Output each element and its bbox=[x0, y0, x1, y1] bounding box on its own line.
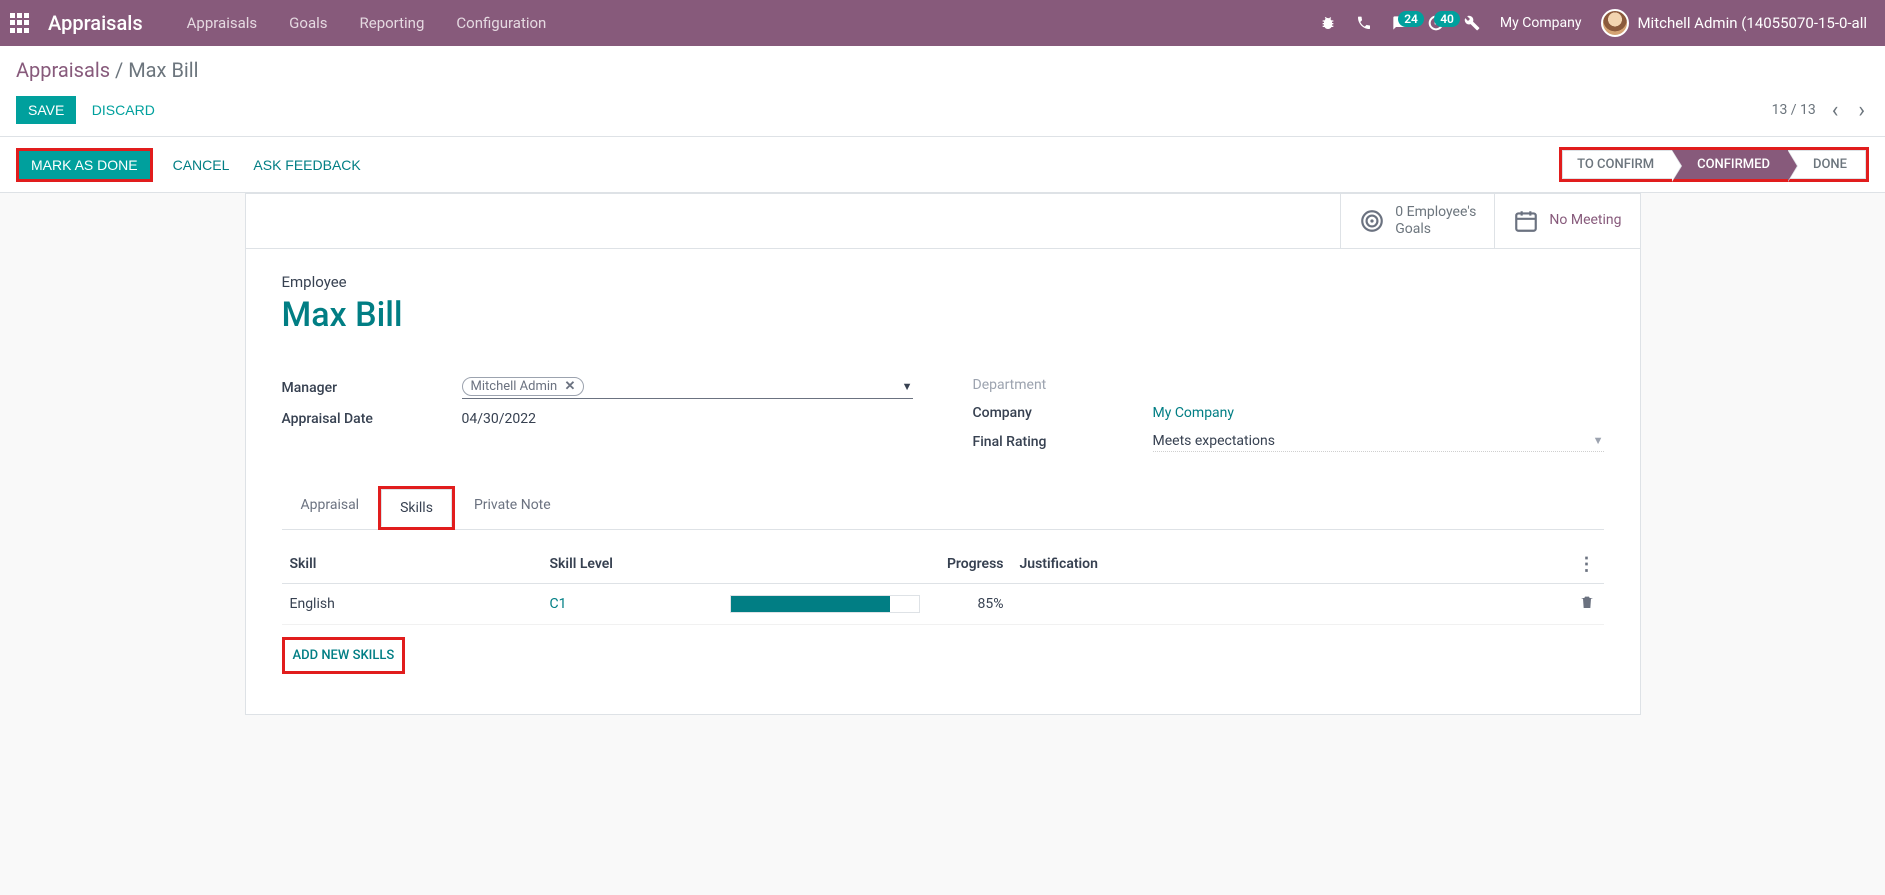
ask-feedback-button[interactable]: Ask Feedback bbox=[249, 151, 364, 179]
app-brand[interactable]: Appraisals bbox=[48, 11, 143, 35]
stat-goals-button[interactable]: 0 Employee's Goals bbox=[1340, 194, 1494, 248]
appraisal-date-field[interactable]: 04/30/2022 bbox=[462, 411, 913, 427]
skill-progress-bar bbox=[722, 583, 932, 624]
chat-icon[interactable]: 24 bbox=[1382, 15, 1418, 31]
status-confirmed[interactable]: Confirmed bbox=[1672, 150, 1788, 179]
apps-icon[interactable] bbox=[8, 11, 32, 35]
company-switcher[interactable]: My Company bbox=[1490, 15, 1592, 31]
pager-next[interactable]: › bbox=[1854, 98, 1869, 123]
nav-configuration[interactable]: Configuration bbox=[440, 14, 562, 32]
add-new-skills-button[interactable]: Add New Skills bbox=[285, 640, 403, 671]
nav-appraisals[interactable]: Appraisals bbox=[171, 14, 274, 32]
employee-label: Employee bbox=[282, 273, 1604, 291]
caret-down-icon[interactable]: ▼ bbox=[902, 380, 913, 393]
trash-icon[interactable] bbox=[1579, 594, 1595, 610]
col-progress-bar bbox=[722, 546, 932, 584]
discard-button[interactable]: Discard bbox=[80, 96, 167, 124]
final-rating-label: Final Rating bbox=[973, 434, 1153, 450]
status-done[interactable]: Done bbox=[1788, 150, 1866, 179]
phone-icon[interactable] bbox=[1346, 15, 1382, 31]
button-box: 0 Employee's Goals No Meeting bbox=[246, 194, 1640, 249]
col-skill-level: Skill Level bbox=[542, 546, 722, 584]
col-justification: Justification bbox=[1012, 546, 1570, 584]
status-tracker: To Confirm Confirmed Done bbox=[1562, 150, 1866, 179]
nav-reporting[interactable]: Reporting bbox=[344, 14, 441, 32]
department-label: Department bbox=[973, 377, 1153, 393]
manager-label: Manager bbox=[282, 380, 462, 396]
tab-content-skills: Skill Skill Level Progress Justification… bbox=[282, 530, 1604, 690]
employee-name[interactable]: Max Bill bbox=[282, 295, 1604, 335]
table-row[interactable]: English C1 85% bbox=[282, 583, 1604, 624]
skill-progress-text: 85% bbox=[932, 583, 1012, 624]
pager: 13 / 13 ‹ › bbox=[1772, 98, 1869, 123]
form-sheet: 0 Employee's Goals No Meeting Employee M… bbox=[245, 193, 1641, 715]
status-bar: Mark as Done Cancel Ask Feedback To Conf… bbox=[0, 137, 1885, 193]
top-navbar: Appraisals Appraisals Goals Reporting Co… bbox=[0, 0, 1885, 46]
tabs: Appraisal Skills Private Note bbox=[282, 486, 1604, 530]
tab-appraisal[interactable]: Appraisal bbox=[282, 486, 379, 529]
stat-meeting-button[interactable]: No Meeting bbox=[1494, 194, 1639, 248]
control-panel: Appraisals / Max Bill Save Discard 13 / … bbox=[0, 46, 1885, 137]
tools-icon[interactable] bbox=[1454, 15, 1490, 31]
user-menu[interactable]: Mitchell Admin (14055070-15-0-all bbox=[1591, 9, 1877, 37]
cancel-button[interactable]: Cancel bbox=[169, 151, 234, 179]
debug-icon[interactable] bbox=[1310, 15, 1346, 31]
calendar-icon bbox=[1513, 208, 1539, 234]
pager-text: 13 / 13 bbox=[1772, 102, 1816, 118]
skill-level[interactable]: C1 bbox=[542, 583, 722, 624]
tab-private-note[interactable]: Private Note bbox=[455, 486, 570, 529]
activity-icon[interactable]: 40 bbox=[1418, 15, 1454, 31]
breadcrumb-parent[interactable]: Appraisals bbox=[16, 58, 110, 82]
company-field[interactable]: My Company bbox=[1153, 405, 1604, 421]
caret-down-icon[interactable]: ▼ bbox=[1593, 434, 1604, 447]
manager-tag[interactable]: Mitchell Admin ✕ bbox=[462, 377, 585, 396]
remove-manager-icon[interactable]: ✕ bbox=[564, 379, 575, 394]
pager-prev[interactable]: ‹ bbox=[1828, 98, 1843, 123]
final-rating-field[interactable]: Meets expectations ▼ bbox=[1153, 433, 1604, 452]
mark-as-done-button[interactable]: Mark as Done bbox=[19, 151, 150, 179]
user-name: Mitchell Admin (14055070-15-0-all bbox=[1637, 14, 1867, 32]
skill-name[interactable]: English bbox=[282, 583, 542, 624]
status-to-confirm[interactable]: To Confirm bbox=[1562, 150, 1672, 179]
breadcrumb: Appraisals / Max Bill bbox=[16, 58, 1869, 82]
skill-justification[interactable] bbox=[1012, 583, 1570, 624]
nav-goals[interactable]: Goals bbox=[273, 14, 343, 32]
save-button[interactable]: Save bbox=[16, 96, 76, 124]
manager-field[interactable]: Mitchell Admin ✕ ▼ bbox=[462, 377, 913, 399]
company-label: Company bbox=[973, 405, 1153, 421]
table-options-icon[interactable]: ⋮ bbox=[1578, 554, 1596, 575]
user-avatar bbox=[1601, 9, 1629, 37]
col-skill: Skill bbox=[282, 546, 542, 584]
breadcrumb-current: Max Bill bbox=[128, 58, 198, 82]
target-icon bbox=[1359, 208, 1385, 234]
tab-skills[interactable]: Skills bbox=[381, 489, 452, 527]
appraisal-date-label: Appraisal Date bbox=[282, 411, 462, 427]
skills-table: Skill Skill Level Progress Justification… bbox=[282, 546, 1604, 625]
col-progress: Progress bbox=[932, 546, 1012, 584]
